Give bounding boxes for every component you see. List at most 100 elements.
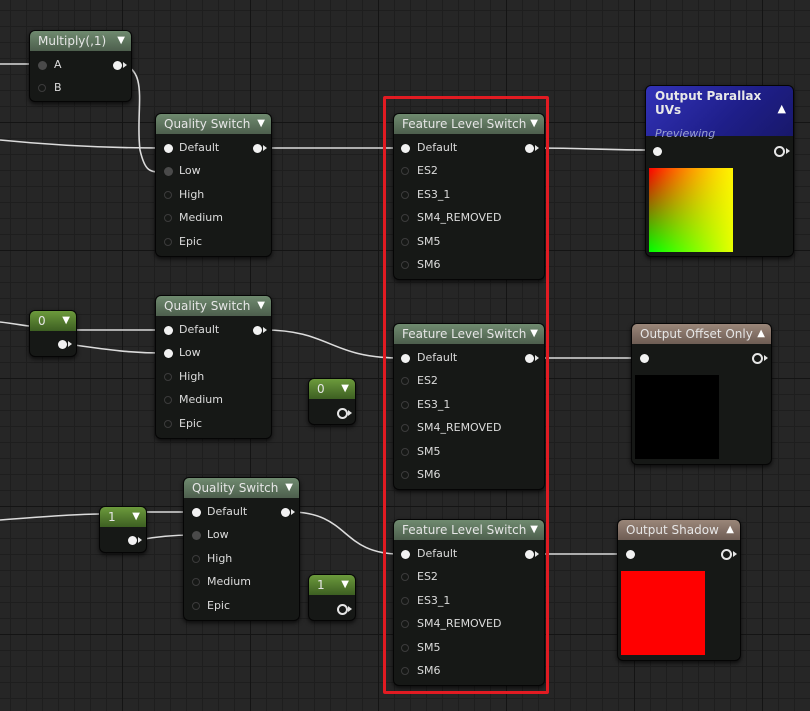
output-pin[interactable] <box>721 549 732 560</box>
output-pin[interactable] <box>253 144 262 153</box>
pin-label-low: Low <box>179 346 201 359</box>
output-pin[interactable] <box>774 146 785 157</box>
output-pin[interactable] <box>337 604 348 615</box>
input-pin-low[interactable] <box>164 349 173 358</box>
chevron-up-icon[interactable]: ▲ <box>757 324 765 344</box>
highlight-frame <box>383 96 549 694</box>
offset-preview-image <box>635 375 719 459</box>
multiply-node[interactable]: Multiply(,1) ▼ A B <box>29 30 132 102</box>
chevron-down-icon[interactable]: ▼ <box>117 31 125 51</box>
chevron-down-icon[interactable]: ▼ <box>132 507 140 527</box>
pin-label-high: High <box>207 552 233 565</box>
pin-label-low: Low <box>207 528 229 541</box>
output-arrow-icon <box>123 62 127 68</box>
multiply-node-header[interactable]: Multiply(,1) ▼ <box>30 31 131 51</box>
output-shadow-title: Output Shadow <box>626 523 719 537</box>
chevron-down-icon[interactable]: ▼ <box>341 379 349 399</box>
constant-value: 1 <box>317 578 325 592</box>
input-pin-default[interactable] <box>192 508 201 517</box>
output-parallax-uvs-header[interactable]: Output Parallax UVs Previewing ▲ <box>646 86 793 140</box>
constant-node-header[interactable]: 0 ▼ <box>309 379 355 399</box>
input-pin-medium[interactable] <box>164 214 172 222</box>
quality-switch-header[interactable]: Quality Switch ▼ <box>184 478 299 498</box>
output-pin[interactable] <box>337 408 348 419</box>
pin-label-high: High <box>179 370 205 383</box>
wire <box>0 139 164 149</box>
constant-value: 1 <box>108 510 116 524</box>
chevron-up-icon[interactable]: ▲ <box>726 520 734 540</box>
output-pin[interactable] <box>752 353 763 364</box>
output-arrow-icon <box>263 145 267 151</box>
input-pin-epic[interactable] <box>192 602 200 610</box>
pin-label-low: Low <box>179 164 201 177</box>
input-pin-medium[interactable] <box>164 396 172 404</box>
input-pin-low[interactable] <box>192 531 201 540</box>
input-pin-low[interactable] <box>164 167 173 176</box>
output-parallax-uvs-node[interactable]: Output Parallax UVs Previewing ▲ <box>645 85 794 257</box>
output-offset-only-header[interactable]: Output Offset Only ▲ <box>632 324 771 344</box>
output-shadow-node[interactable]: Output Shadow ▲ <box>617 519 741 661</box>
wire <box>263 329 401 359</box>
input-pin-epic[interactable] <box>164 238 172 246</box>
output-arrow-icon <box>138 537 142 543</box>
output-pin[interactable] <box>58 340 67 349</box>
constant-node[interactable]: 1 ▼ <box>308 574 356 621</box>
input-pin-high[interactable] <box>164 191 172 199</box>
constant-node[interactable]: 0 ▼ <box>29 310 77 357</box>
pin-label-default: Default <box>179 323 220 336</box>
output-arrow-icon <box>291 509 295 515</box>
input-pin-a[interactable] <box>38 61 47 70</box>
quality-switch-title: Quality Switch <box>164 299 251 313</box>
wire <box>0 513 101 521</box>
pin-label-default: Default <box>207 505 248 518</box>
constant-node[interactable]: 0 ▼ <box>308 378 356 425</box>
chevron-down-icon[interactable]: ▼ <box>341 575 349 595</box>
constant-node-header[interactable]: 0 ▼ <box>30 311 76 331</box>
wire <box>66 343 164 354</box>
chevron-down-icon[interactable]: ▼ <box>257 296 265 316</box>
output-pin[interactable] <box>253 326 262 335</box>
output-shadow-header[interactable]: Output Shadow ▲ <box>618 520 740 540</box>
output-pin[interactable] <box>113 61 122 70</box>
pin-label-epic: Epic <box>207 599 231 612</box>
constant-node-header[interactable]: 1 ▼ <box>309 575 355 595</box>
input-pin[interactable] <box>626 550 635 559</box>
constant-value: 0 <box>317 382 325 396</box>
parallax-preview-image <box>649 168 733 252</box>
input-pin-epic[interactable] <box>164 420 172 428</box>
input-pin-default[interactable] <box>164 326 173 335</box>
chevron-down-icon[interactable]: ▼ <box>62 311 70 331</box>
input-pin[interactable] <box>653 147 662 156</box>
output-pin[interactable] <box>128 536 137 545</box>
pin-label-medium: Medium <box>179 393 223 406</box>
quality-switch-node[interactable]: Quality Switch ▼ Default Low High Medium… <box>155 113 272 257</box>
pin-label-medium: Medium <box>207 575 251 588</box>
output-arrow-icon <box>68 341 72 347</box>
output-pin[interactable] <box>281 508 290 517</box>
constant-node-header[interactable]: 1 ▼ <box>100 507 146 527</box>
previewing-label: Previewing <box>655 127 716 140</box>
chevron-up-icon[interactable]: ▲ <box>778 102 786 115</box>
output-arrow-icon <box>263 327 267 333</box>
input-pin-b[interactable] <box>38 84 46 92</box>
output-offset-only-node[interactable]: Output Offset Only ▲ <box>631 323 772 465</box>
pin-label-epic: Epic <box>179 235 203 248</box>
input-pin[interactable] <box>640 354 649 363</box>
quality-switch-node[interactable]: Quality Switch ▼ Default Low High Medium… <box>155 295 272 439</box>
pin-label-epic: Epic <box>179 417 203 430</box>
constant-node[interactable]: 1 ▼ <box>99 506 147 553</box>
quality-switch-header[interactable]: Quality Switch ▼ <box>156 296 271 316</box>
output-parallax-uvs-title: Output Parallax UVs <box>655 89 762 117</box>
quality-switch-node[interactable]: Quality Switch ▼ Default Low High Medium… <box>183 477 300 621</box>
input-pin-medium[interactable] <box>192 578 200 586</box>
input-pin-default[interactable] <box>164 144 173 153</box>
quality-switch-header[interactable]: Quality Switch ▼ <box>156 114 271 134</box>
pin-label-b: B <box>54 81 62 94</box>
pin-label-high: High <box>179 188 205 201</box>
chevron-down-icon[interactable]: ▼ <box>285 478 293 498</box>
chevron-down-icon[interactable]: ▼ <box>257 114 265 134</box>
pin-label-a: A <box>54 58 62 71</box>
input-pin-high[interactable] <box>164 373 172 381</box>
input-pin-high[interactable] <box>192 555 200 563</box>
shadow-preview-image <box>621 571 705 655</box>
